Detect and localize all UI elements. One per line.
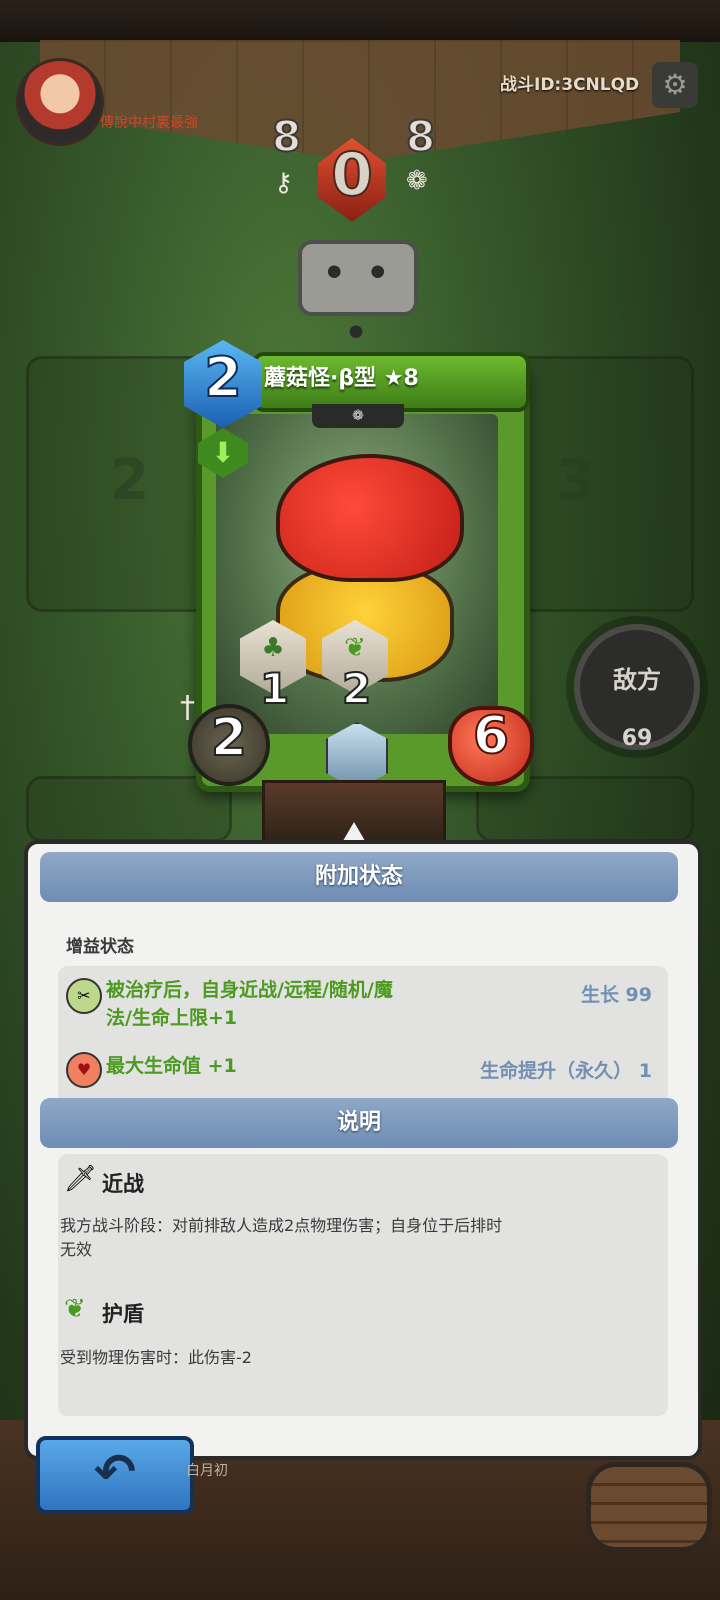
right-score: 8 bbox=[405, 111, 436, 162]
center-value: 0 bbox=[330, 139, 374, 211]
key-icon: ⚷ bbox=[274, 168, 294, 198]
wrench-icon: ✂ bbox=[66, 978, 102, 1014]
desc-body-melee-line1: 我方战斗阶段：对前排敌人造成2点物理伤害；自身位于后排时 bbox=[60, 1216, 503, 1235]
desc-name-shield: 护盾 bbox=[102, 1302, 144, 1326]
sword-icon: 🗡 bbox=[64, 1164, 98, 1194]
ability-count-sprout: 1 bbox=[259, 663, 290, 714]
slot-number-3: 3 bbox=[556, 448, 595, 513]
back-button[interactable]: ↶ bbox=[36, 1436, 194, 1514]
left-score: 8 bbox=[271, 111, 302, 162]
paw-tab-icon: ❁ bbox=[312, 404, 404, 428]
heart-icon: ♥ bbox=[66, 1052, 102, 1088]
gear-icon[interactable]: ⚙ bbox=[652, 62, 698, 108]
buff-text-1-line1: 被治疗后，自身近战/远程/随机/魔 bbox=[106, 979, 393, 1001]
battle-id: 战斗ID:3CNLQD bbox=[500, 75, 640, 95]
description-title: 说明 bbox=[40, 1098, 678, 1148]
status-popup: 附加状态 增益状态 ✂ 被治疗后，自身近战/远程/随机/魔 法/生命上限+1 生… bbox=[24, 840, 702, 1460]
desc-body-shield: 受到物理伤害时：此伤害-2 bbox=[60, 1348, 252, 1367]
description-list: 🗡 近战 我方战斗阶段：对前排敌人造成2点物理伤害；自身位于后排时 无效 ❦ 护… bbox=[58, 1154, 668, 1416]
enemy-label: 敌方 bbox=[613, 666, 661, 694]
card-attack: 2 bbox=[210, 707, 248, 769]
desc-name-melee: 近战 bbox=[102, 1172, 144, 1196]
buff-source-1: 生长 99 bbox=[580, 984, 652, 1006]
buff-text-1-line2: 法/生命上限+1 bbox=[106, 1007, 238, 1029]
barrel-button[interactable] bbox=[586, 1462, 712, 1552]
paw-icon: ❁ bbox=[406, 166, 428, 196]
player-avatar[interactable] bbox=[16, 58, 104, 146]
mushroom-cap-art bbox=[276, 454, 464, 582]
back-arrow-icon: ↶ bbox=[94, 1443, 136, 1501]
card-title: 蘑菇怪·β型 ★8 bbox=[264, 366, 419, 391]
top-bar bbox=[0, 0, 720, 42]
card-cost: 2 bbox=[203, 345, 243, 410]
ability-count-shield: 2 bbox=[341, 663, 372, 714]
popup-title: 附加状态 bbox=[40, 852, 678, 902]
opponent-name: 白月初 bbox=[186, 1463, 228, 1479]
shield-leaf-icon: ❦ bbox=[64, 1294, 86, 1324]
buff-section-label: 增益状态 bbox=[66, 937, 134, 957]
card-health: 6 bbox=[472, 705, 510, 767]
slot-number-2: 2 bbox=[110, 448, 149, 513]
buff-source-2: 生命提升（永久） 1 bbox=[480, 1060, 652, 1082]
player-name: 傳說中村裏最強 bbox=[100, 115, 198, 131]
chat-bubble-button[interactable]: • • • bbox=[298, 240, 418, 354]
buff-list: ✂ 被治疗后，自身近战/远程/随机/魔 法/生命上限+1 生长 99 ♥ 最大生… bbox=[58, 966, 668, 1104]
desc-body-melee-line2: 无效 bbox=[60, 1240, 93, 1259]
enemy-count: 69 bbox=[621, 726, 653, 751]
buff-text-2: 最大生命值 +1 bbox=[106, 1055, 237, 1077]
